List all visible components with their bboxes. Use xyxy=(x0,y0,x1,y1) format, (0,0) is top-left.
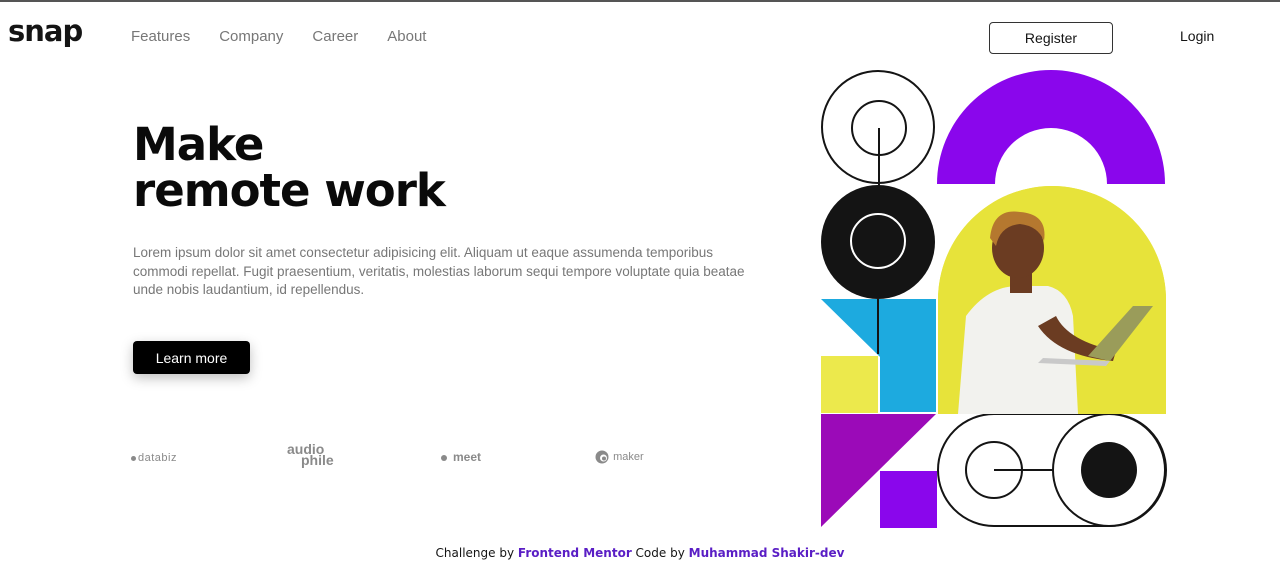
blue-square-shape xyxy=(880,356,936,412)
yellow-square-shape xyxy=(821,356,878,413)
purple-square-shape xyxy=(880,471,937,528)
client-audiophile-logo: audio phile xyxy=(287,442,334,468)
meet-dots-icon xyxy=(441,454,447,461)
maker-label: maker xyxy=(613,450,644,463)
author-link[interactable]: Muhammad Shakir-dev xyxy=(689,546,845,560)
main-nav: Features Company Career About xyxy=(131,28,455,45)
nav-company[interactable]: Company xyxy=(219,28,283,45)
nav-about[interactable]: About xyxy=(387,28,426,45)
frontend-mentor-link[interactable]: Frontend Mentor xyxy=(518,546,632,560)
register-button[interactable]: Register xyxy=(989,22,1113,54)
hero-description: Lorem ipsum dolor sit amet consectetur a… xyxy=(133,245,745,297)
audiophile-bottom: phile xyxy=(301,452,334,468)
black-disc-shape xyxy=(821,185,935,299)
purple-arch-shape xyxy=(937,70,1165,184)
footer-prefix: Challenge by xyxy=(435,546,518,560)
maker-logo-icon xyxy=(595,450,609,464)
client-maker-logo: maker xyxy=(594,450,644,464)
attribution-footer: Challenge by Frontend Mentor Code by Muh… xyxy=(0,546,1280,560)
databiz-dot-icon xyxy=(131,455,136,461)
hero-title-line1: Make xyxy=(133,118,264,171)
person-photo xyxy=(938,186,1166,414)
hero-title: Make remote work xyxy=(133,118,446,217)
meet-label: meet xyxy=(453,450,482,464)
databiz-label: databiz xyxy=(138,452,177,464)
login-link[interactable]: Login xyxy=(1180,28,1214,44)
nav-features[interactable]: Features xyxy=(131,28,190,45)
client-databiz-logo: databiz xyxy=(131,452,177,464)
black-dot-shape xyxy=(1081,442,1137,498)
footer-middle: Code by xyxy=(631,546,689,560)
snap-logo[interactable]: snap xyxy=(8,14,83,48)
client-meet-logo: meet xyxy=(441,450,481,464)
hero-title-line2: remote work xyxy=(133,164,446,217)
nav-career[interactable]: Career xyxy=(312,28,358,45)
learn-more-button[interactable]: Learn more xyxy=(133,341,250,374)
person-with-laptop-image xyxy=(938,186,1166,414)
